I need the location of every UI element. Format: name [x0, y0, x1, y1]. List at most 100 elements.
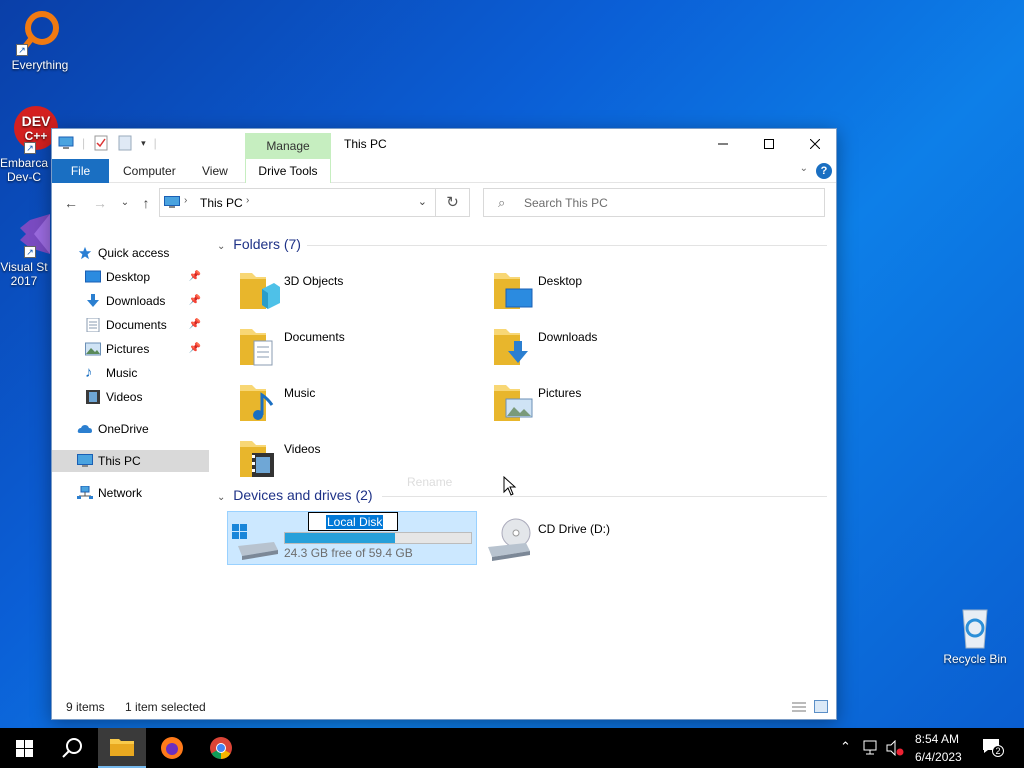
- minimize-button[interactable]: [700, 129, 746, 159]
- taskbar-file-explorer[interactable]: [98, 728, 146, 768]
- sidebar-item-label: Videos: [106, 390, 143, 404]
- recent-locations-button[interactable]: ⌄: [115, 193, 135, 213]
- sidebar-item-onedrive[interactable]: OneDrive: [52, 418, 209, 440]
- up-button[interactable]: ↑: [136, 193, 156, 213]
- clock-date[interactable]: 6/4/2023: [915, 750, 962, 764]
- search-button[interactable]: [48, 728, 96, 768]
- address-bar[interactable]: › This PC › ⌄: [159, 188, 436, 217]
- shortcut-arrow-icon: ↗: [16, 44, 28, 56]
- sidebar-item-quick-access[interactable]: Quick access: [52, 242, 209, 264]
- sidebar-item-downloads[interactable]: Downloads 📌: [52, 290, 209, 312]
- desktop-icon-label: Recycle Bin: [943, 652, 1007, 666]
- windows-drive-icon: [232, 524, 278, 560]
- file-explorer-window: | ▾ | Manage This PC File Computer View …: [51, 128, 837, 720]
- shortcut-arrow-icon: ↗: [24, 246, 36, 258]
- sidebar-item-label: Quick access: [98, 246, 170, 260]
- search-icon: ⌕: [498, 195, 506, 210]
- folder-desktop[interactable]: Desktop: [492, 267, 742, 319]
- devices-group-header[interactable]: ⌄ Devices and drives (2): [217, 487, 827, 503]
- network-tray-icon[interactable]: [862, 740, 880, 756]
- sidebar-item-label: Documents: [106, 318, 167, 332]
- taskbar-firefox[interactable]: [148, 728, 196, 768]
- customize-qat-icon[interactable]: ▾: [141, 138, 146, 149]
- folder-name: Videos: [284, 442, 321, 456]
- star-icon: [78, 246, 92, 260]
- expand-ribbon-icon[interactable]: ⌄: [800, 163, 808, 174]
- folder-downloads[interactable]: Downloads: [492, 323, 742, 375]
- folder-name: Pictures: [538, 386, 582, 400]
- collapse-chevron-icon[interactable]: ⌄: [217, 492, 225, 503]
- back-button[interactable]: ←: [61, 193, 81, 213]
- tab-drive-tools[interactable]: Drive Tools: [245, 159, 331, 183]
- sidebar-item-desktop[interactable]: Desktop 📌: [52, 266, 209, 288]
- desktop-icon-everything[interactable]: ↗ Everything: [2, 8, 78, 72]
- pin-icon[interactable]: 📌: [189, 266, 201, 288]
- tab-file[interactable]: File: [52, 159, 109, 183]
- pictures-folder-icon: [494, 385, 533, 421]
- sidebar-item-documents[interactable]: Documents 📌: [52, 314, 209, 336]
- tab-view[interactable]: View: [202, 159, 228, 183]
- title-bar[interactable]: | ▾ | Manage This PC: [52, 129, 836, 159]
- search-box[interactable]: ⌕ Search This PC: [483, 188, 825, 217]
- rename-input[interactable]: Local Disk: [308, 512, 398, 531]
- 3d-objects-icon: [240, 273, 280, 309]
- desktop-icon-label: Embarca Dev-C: [0, 156, 49, 184]
- chrome-icon: [210, 737, 232, 759]
- sidebar-item-music[interactable]: ♪ Music: [52, 362, 209, 384]
- taskbar-chrome[interactable]: [197, 728, 245, 768]
- pin-icon[interactable]: 📌: [189, 290, 201, 312]
- maximize-button[interactable]: [746, 129, 792, 159]
- tab-computer[interactable]: Computer: [123, 159, 176, 183]
- this-pc-icon: [164, 196, 180, 208]
- desktop-icon-recycle-bin[interactable]: Recycle Bin: [937, 602, 1013, 666]
- sidebar-item-this-pc[interactable]: This PC: [52, 450, 209, 472]
- chevron-right-icon[interactable]: ›: [246, 195, 249, 206]
- drive-local-disk[interactable]: Local Disk 24.3 GB free of 59.4 GB: [227, 511, 477, 565]
- address-dropdown-icon[interactable]: ⌄: [418, 195, 427, 208]
- firefox-icon: [161, 737, 183, 759]
- clock-time[interactable]: 8:54 AM: [915, 732, 959, 746]
- quick-access-toolbar: | ▾ |: [58, 135, 157, 151]
- action-center-button[interactable]: 2: [982, 738, 1004, 758]
- large-icons-view-icon[interactable]: [814, 700, 828, 713]
- desktop-icon-label: Visual St 2017: [0, 260, 48, 288]
- chevron-right-icon[interactable]: ›: [184, 195, 187, 206]
- properties-icon[interactable]: [93, 135, 109, 151]
- folders-group-header[interactable]: ⌄ Folders (7): [217, 236, 827, 252]
- sidebar-item-pictures[interactable]: Pictures 📌: [52, 338, 209, 360]
- close-button[interactable]: [792, 129, 838, 159]
- sidebar-item-label: Network: [98, 486, 143, 500]
- sidebar-item-network[interactable]: Network: [52, 482, 209, 504]
- collapse-chevron-icon[interactable]: ⌄: [217, 241, 225, 252]
- sidebar-item-videos[interactable]: Videos: [52, 386, 209, 408]
- videos-folder-icon: [240, 441, 274, 477]
- details-view-icon[interactable]: [792, 701, 806, 713]
- refresh-button[interactable]: ↻: [436, 188, 470, 217]
- group-divider: [382, 496, 827, 497]
- pin-icon[interactable]: 📌: [189, 314, 201, 336]
- pin-icon[interactable]: 📌: [189, 338, 201, 360]
- manage-contextual-header[interactable]: Manage: [245, 133, 331, 159]
- folder-pictures[interactable]: Pictures: [492, 379, 742, 431]
- start-button[interactable]: [0, 728, 48, 768]
- volume-muted-icon[interactable]: [886, 740, 904, 756]
- breadcrumb-this-pc[interactable]: This PC: [200, 196, 243, 210]
- folder-music[interactable]: Music: [238, 379, 488, 431]
- new-folder-icon[interactable]: [117, 135, 133, 151]
- folder-documents[interactable]: Documents: [238, 323, 488, 375]
- sidebar-item-label: OneDrive: [98, 422, 149, 436]
- minimize-icon: [718, 143, 728, 145]
- status-selection: 1 item selected: [125, 700, 206, 714]
- navigation-bar: ← → ⌄ ↑ › This PC › ⌄ ↻ ⌕ Search This PC: [52, 187, 836, 219]
- show-hidden-icons-icon[interactable]: ⌃: [840, 739, 851, 755]
- drive-cd[interactable]: CD Drive (D:): [482, 511, 732, 565]
- maximize-icon: [764, 139, 774, 149]
- ribbon-tabs: File Computer View Drive Tools ⌄ ?: [52, 159, 836, 183]
- this-pc-icon: [77, 454, 93, 467]
- picture-icon: [85, 342, 101, 356]
- folder-3d-objects[interactable]: 3D Objects: [238, 267, 488, 319]
- computer-icon[interactable]: [58, 135, 74, 151]
- forward-button[interactable]: →: [90, 193, 110, 213]
- help-icon[interactable]: ?: [816, 163, 832, 179]
- folder-name: Downloads: [538, 330, 598, 344]
